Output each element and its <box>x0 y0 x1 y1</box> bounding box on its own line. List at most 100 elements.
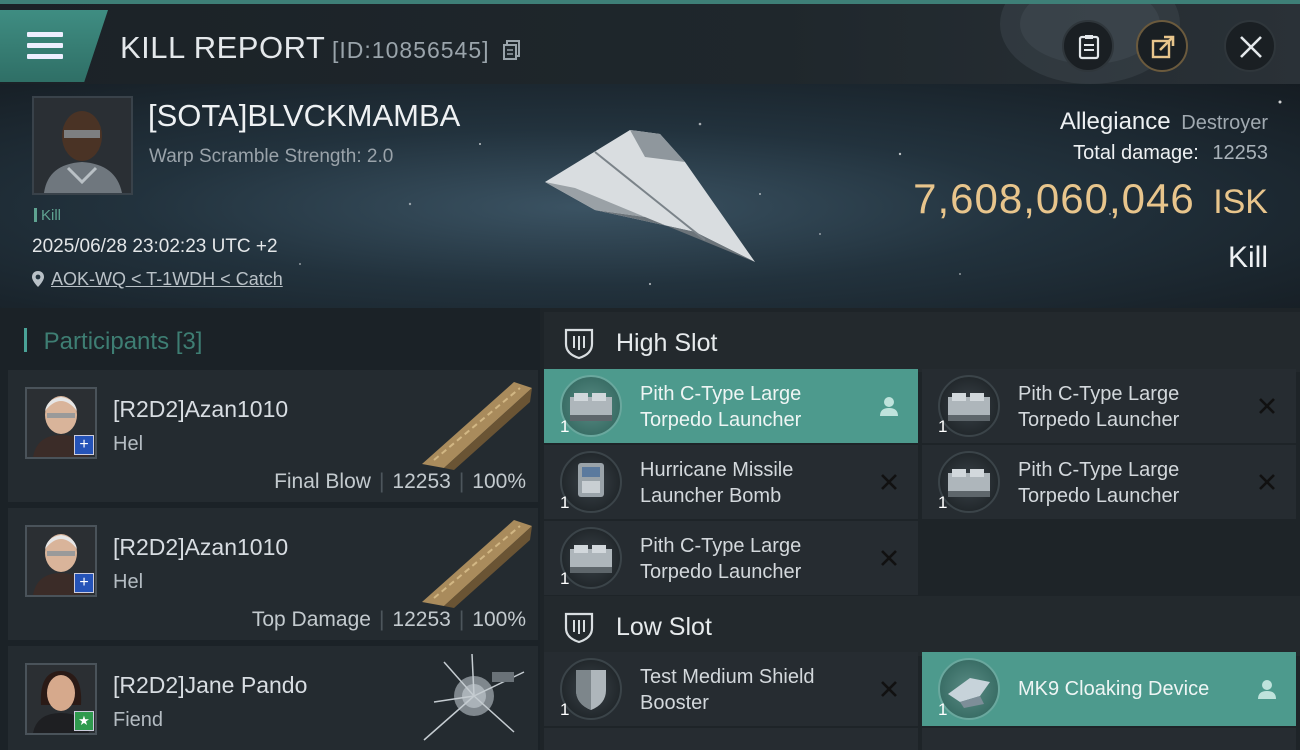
module-item[interactable] <box>922 728 1296 750</box>
clipboard-icon <box>1078 35 1100 60</box>
participant-card[interactable]: ★ [R2D2]Jane Pando Fiend <box>8 646 538 750</box>
location-link[interactable]: AOK-WQ < T-1WDH < Catch <box>31 269 283 290</box>
participant-ship-image <box>422 382 532 470</box>
module-name-line2: Torpedo Launcher <box>1018 409 1180 431</box>
participant-name: [R2D2]Jane Pando <box>113 672 308 698</box>
module-name: Hurricane Missile Launcher Bomb <box>640 457 870 509</box>
victim-avatar[interactable] <box>32 96 133 195</box>
participant-percent: 100% <box>472 608 526 631</box>
isk-unit: ISK <box>1213 183 1268 221</box>
fitting-panel: High Slot 1 Pith C-Type Large Torpedo La… <box>540 308 1300 750</box>
location-text: AOK-WQ < T-1WDH < Catch <box>51 269 283 289</box>
module-name-line1: Hurricane Missile <box>640 459 794 481</box>
participant-damage: 12253 <box>392 608 451 631</box>
module-name-line2: Launcher Bomb <box>640 485 782 507</box>
victim-header: [SOTA]BLVCKMAMBA Warp Scramble Strength:… <box>0 84 1300 308</box>
copy-icon[interactable] <box>503 40 521 60</box>
participant-ship: Hel <box>113 571 144 593</box>
module-quantity: 1 <box>560 417 570 436</box>
participant-ship-image <box>423 653 525 741</box>
module-item[interactable]: 1 Pith C-Type Large Torpedo Launcher <box>544 369 918 443</box>
cross-icon <box>881 681 897 697</box>
module-item[interactable] <box>544 728 918 750</box>
module-name: Pith C-Type Large Torpedo Launcher <box>640 533 870 585</box>
module-quantity: 1 <box>560 700 570 719</box>
total-damage-label: Total damage: <box>1073 142 1199 164</box>
participant-ship: Fiend <box>113 709 164 731</box>
participant-role: Final Blow <box>274 470 371 493</box>
participant-percent: 100% <box>472 470 526 493</box>
person-icon <box>1258 680 1276 699</box>
module-item[interactable]: 1 MK9 Cloaking Device <box>922 652 1296 726</box>
participant-card[interactable]: + [R2D2]Azan1010 Hel Final Blow | 12253 | 10… <box>8 370 538 502</box>
cross-icon <box>1259 398 1275 414</box>
menu-button[interactable] <box>0 10 108 82</box>
warp-scramble-strength: Warp Scramble Strength: 2.0 <box>149 146 394 167</box>
cross-icon <box>1259 474 1275 490</box>
top-bar: KILL REPORT [ID:10856545] <box>0 0 1300 84</box>
participant-name: [R2D2]Azan1010 <box>113 534 289 560</box>
kill-tag: Kill <box>34 207 61 224</box>
participants-count: [3] <box>175 328 203 355</box>
shield-icon <box>564 328 594 360</box>
module-quantity: 1 <box>938 493 948 512</box>
close-button[interactable] <box>1224 20 1276 72</box>
high-slot-label: High Slot <box>616 329 718 357</box>
module-name-line2: Torpedo Launcher <box>640 561 802 583</box>
module-name: MK9 Cloaking Device <box>1018 678 1210 700</box>
shield-icon <box>564 612 594 644</box>
module-name-line2: Booster <box>640 692 709 714</box>
module-name-line1: Test Medium Shield <box>640 666 815 688</box>
participant-stats: Top Damage | 12253 | 100% <box>251 608 526 631</box>
high-slot-header: High Slot <box>544 312 1300 372</box>
participant-ship: Hel <box>113 433 144 455</box>
victim-summary: Allegiance Destroyer Total damage: 12253… <box>913 108 1268 275</box>
hamburger-icon <box>27 32 63 60</box>
location-pin-icon <box>32 271 44 287</box>
module-item[interactable]: 1 Test Medium Shield Booster <box>544 652 918 726</box>
star-badge-icon: ★ <box>74 711 94 731</box>
module-name-line1: Pith C-Type Large <box>1018 383 1180 405</box>
module-name: Pith C-Type Large Torpedo Launcher <box>1018 381 1248 433</box>
close-icon <box>1240 36 1262 58</box>
low-slot-label: Low Slot <box>616 613 712 641</box>
participant-damage: 12253 <box>392 470 451 493</box>
module-item[interactable]: 1 Pith C-Type Large Torpedo Launcher <box>922 445 1296 519</box>
module-quantity: 1 <box>938 417 948 436</box>
victim-name: [SOTA]BLVCKMAMBA <box>148 98 461 133</box>
cross-icon <box>881 474 897 490</box>
participants-header: Participants [3] <box>24 328 203 356</box>
cross-icon <box>881 550 897 566</box>
participant-card[interactable]: + [R2D2]Azan1010 Hel Top Damage | 12253 | 10… <box>8 508 538 640</box>
isk-value: 7,608,060,046 <box>913 175 1195 222</box>
module-name: Pith C-Type Large Torpedo Launcher <box>1018 457 1248 509</box>
participants-label: Participants <box>43 328 170 355</box>
participant-name: [R2D2]Azan1010 <box>113 396 289 422</box>
module-name-line1: Pith C-Type Large <box>1018 459 1180 481</box>
module-item[interactable]: 1 Hurricane Missile Launcher Bomb <box>544 445 918 519</box>
clipboard-button[interactable] <box>1062 20 1114 72</box>
module-quantity: 1 <box>560 569 570 588</box>
low-slot-header: Low Slot <box>544 596 1300 656</box>
module-name: Test Medium Shield Booster <box>640 664 870 716</box>
victim-ship-name: Allegiance <box>1059 108 1171 135</box>
module-item[interactable]: 1 Pith C-Type Large Torpedo Launcher <box>544 521 918 595</box>
share-button[interactable] <box>1136 20 1188 72</box>
participant-ship-image <box>422 520 532 608</box>
participants-panel: Participants [3] + [R2D2]Azan1010 Hel Fi… <box>0 308 540 750</box>
victim-ship-class: Destroyer <box>1181 112 1268 134</box>
share-icon <box>1151 35 1175 59</box>
participant-role: Top Damage <box>251 608 371 631</box>
module-quantity: 1 <box>560 493 570 512</box>
kill-timestamp: 2025/06/28 23:02:23 UTC +2 <box>32 236 278 257</box>
plus-badge-icon: + <box>74 573 94 593</box>
module-name-line2: Torpedo Launcher <box>640 409 802 431</box>
module-item[interactable]: 1 Pith C-Type Large Torpedo Launcher <box>922 369 1296 443</box>
module-quantity: 1 <box>938 700 948 719</box>
participant-stats: Final Blow | 12253 | 100% <box>274 470 526 493</box>
page-title: KILL REPORT <box>120 30 326 65</box>
total-damage-value: 12253 <box>1212 142 1268 164</box>
report-result: Kill <box>1227 241 1268 274</box>
person-icon <box>880 397 898 416</box>
module-name-line2: Torpedo Launcher <box>1018 485 1180 507</box>
